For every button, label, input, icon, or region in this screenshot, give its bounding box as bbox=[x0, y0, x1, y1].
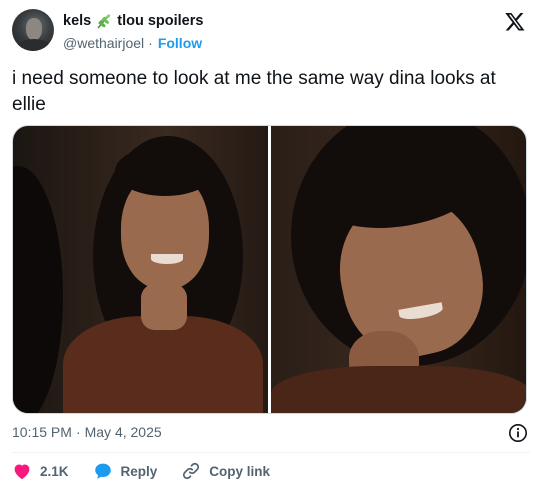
reply-button[interactable]: Reply bbox=[93, 462, 158, 480]
author-handle[interactable]: @wethairjoel bbox=[63, 35, 144, 51]
bangs-left bbox=[115, 146, 215, 196]
follow-button[interactable]: Follow bbox=[158, 35, 202, 51]
reply-label: Reply bbox=[120, 463, 158, 479]
x-logo-icon[interactable] bbox=[504, 11, 526, 32]
copy-link-button[interactable]: Copy link bbox=[181, 461, 270, 481]
like-count: 2.1K bbox=[40, 463, 69, 479]
tweet-media[interactable] bbox=[12, 125, 527, 414]
author-name-first: kels bbox=[63, 13, 92, 29]
smile-left bbox=[151, 254, 183, 264]
author-name-row[interactable]: kels tlou spoilers bbox=[63, 11, 203, 31]
tweet-date: May 4, 2025 bbox=[84, 424, 162, 440]
divider bbox=[12, 452, 530, 453]
author-name-second: tlou spoilers bbox=[117, 13, 204, 29]
tweet-text: i need someone to look at me the same wa… bbox=[12, 68, 496, 115]
neck-left bbox=[141, 284, 187, 330]
author-handle-row: @wethairjoel · Follow bbox=[63, 34, 202, 52]
foreground-figure bbox=[13, 166, 63, 413]
photo-right[interactable] bbox=[271, 126, 526, 413]
tweet-card: kels tlou spoilers @wethairjoel · Follow… bbox=[0, 0, 542, 489]
copy-link-label: Copy link bbox=[209, 463, 271, 479]
avatar-shoulder bbox=[16, 39, 52, 51]
tweet-timestamp[interactable]: 10:15 PM · May 4, 2025 bbox=[12, 424, 162, 440]
avatar-face bbox=[26, 18, 42, 40]
handle-separator: · bbox=[148, 35, 153, 51]
shirt-left bbox=[63, 316, 263, 413]
heart-icon bbox=[14, 464, 30, 480]
info-icon[interactable] bbox=[508, 423, 528, 443]
action-bar: 2.1K Reply Copy link bbox=[12, 460, 294, 482]
like-button[interactable]: 2.1K bbox=[12, 462, 69, 480]
avatar[interactable] bbox=[12, 9, 54, 51]
link-icon bbox=[183, 462, 200, 480]
timestamp-separator: · bbox=[75, 424, 81, 440]
photo-left[interactable] bbox=[13, 126, 268, 413]
herb-leaf-icon bbox=[97, 14, 111, 29]
tweet-time: 10:15 PM bbox=[12, 424, 72, 440]
shirt-right bbox=[271, 366, 526, 413]
speech-bubble-icon bbox=[94, 463, 111, 479]
